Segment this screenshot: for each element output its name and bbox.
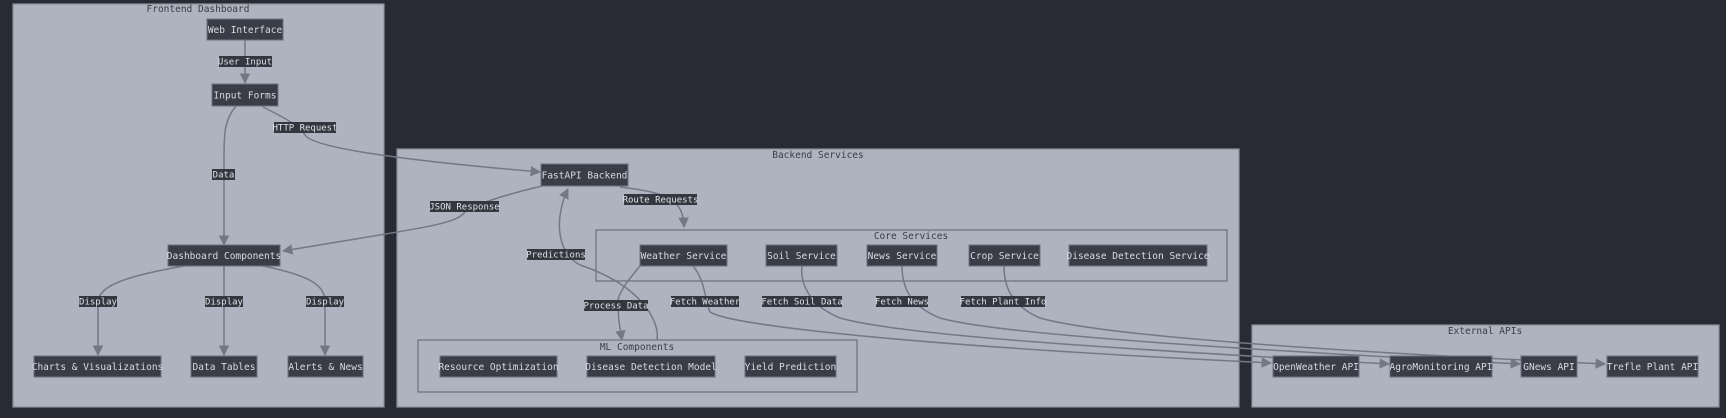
node-soil-service[interactable]: Soil Service: [765, 244, 838, 267]
frontend-cluster-title: Frontend Dashboard: [147, 4, 250, 15]
node-news-service-label: News Service: [868, 251, 937, 262]
edge-label-display-alerts: Display: [306, 296, 345, 308]
external-apis-cluster-title: External APIs: [1448, 326, 1522, 337]
node-resource-optimization-label: Resource Optimization: [438, 362, 558, 373]
node-gnews-api-label: GNews API: [1523, 362, 1574, 373]
edge-label-data-text: Data: [213, 171, 235, 181]
edge-label-fetch-soil-text: Fetch Soil Data: [761, 298, 842, 308]
node-input-forms-label: Input Forms: [214, 91, 277, 102]
node-charts-visualizations-label: Charts & Visualizations: [32, 362, 164, 373]
edge-label-fetch-plant-text: Fetch Plant Info: [960, 298, 1047, 308]
node-disease-detection-service[interactable]: Disease Detection Service: [1067, 244, 1210, 267]
core-services-cluster-title: Core Services: [874, 231, 948, 242]
ml-components-cluster-title: ML Components: [600, 342, 674, 353]
node-disease-detection-service-label: Disease Detection Service: [1067, 251, 1210, 262]
edge-label-fetch-soil: Fetch Soil Data: [761, 296, 843, 308]
edge-label-data: Data: [212, 169, 235, 181]
edge-label-process-data-text: Process Data: [583, 302, 648, 312]
node-data-tables[interactable]: Data Tables: [190, 355, 258, 378]
node-alerts-news-label: Alerts & News: [288, 362, 362, 373]
node-weather-service-label: Weather Service: [641, 251, 727, 262]
node-web-interface[interactable]: Web Interface: [206, 18, 284, 41]
node-weather-service[interactable]: Weather Service: [639, 244, 728, 267]
edge-label-user-input: User Input: [218, 56, 272, 68]
edge-label-user-input-text: User Input: [218, 58, 272, 68]
node-crop-service-label: Crop Service: [970, 251, 1039, 262]
edge-label-route-requests: Route Requests: [623, 194, 699, 206]
node-yield-prediction-label: Yield Prediction: [745, 362, 837, 373]
node-crop-service[interactable]: Crop Service: [968, 244, 1041, 267]
edge-label-json-response-text: JSON Response: [429, 203, 499, 213]
node-news-service[interactable]: News Service: [866, 244, 938, 267]
edge-label-process-data: Process Data: [583, 300, 649, 312]
edge-label-http-request: HTTP Request: [272, 122, 338, 134]
node-agromonitoring-api[interactable]: AgroMonitoring API: [1389, 355, 1493, 378]
node-dashboard-components[interactable]: Dashboard Components: [167, 244, 281, 267]
node-resource-optimization[interactable]: Resource Optimization: [438, 355, 559, 378]
edge-label-route-requests-text: Route Requests: [623, 196, 699, 206]
node-yield-prediction[interactable]: Yield Prediction: [744, 355, 837, 378]
node-input-forms[interactable]: Input Forms: [211, 83, 279, 107]
edge-label-predictions: Predictions: [526, 249, 586, 261]
edge-label-display-alerts-text: Display: [306, 298, 345, 308]
node-disease-detection-model[interactable]: Disease Detection Model: [585, 355, 717, 378]
edge-label-display-charts-text: Display: [79, 298, 118, 308]
node-trefle-api-label: Trefle Plant API: [1607, 362, 1699, 373]
node-web-interface-label: Web Interface: [208, 25, 283, 36]
node-fastapi-backend-label: FastAPI Backend: [542, 171, 628, 182]
edge-label-json-response: JSON Response: [429, 201, 500, 213]
node-alerts-news[interactable]: Alerts & News: [287, 355, 364, 378]
edge-label-fetch-plant: Fetch Plant Info: [960, 296, 1047, 308]
architecture-diagram: Frontend Dashboard Backend Services Core…: [12, 3, 1720, 408]
node-data-tables-label: Data Tables: [193, 362, 256, 373]
edge-label-display-charts: Display: [79, 296, 118, 308]
node-charts-visualizations[interactable]: Charts & Visualizations: [32, 355, 164, 378]
node-openweather-api-label: OpenWeather API: [1273, 362, 1359, 373]
edge-label-predictions-text: Predictions: [526, 251, 586, 261]
edge-label-fetch-weather: Fetch Weather: [670, 296, 741, 308]
node-trefle-api[interactable]: Trefle Plant API: [1606, 355, 1699, 378]
node-disease-detection-model-label: Disease Detection Model: [585, 362, 717, 373]
node-agromonitoring-api-label: AgroMonitoring API: [1390, 362, 1493, 373]
node-openweather-api[interactable]: OpenWeather API: [1272, 355, 1360, 378]
frontend-cluster: Frontend Dashboard: [12, 3, 385, 408]
backend-cluster-title: Backend Services: [772, 150, 864, 161]
node-gnews-api[interactable]: GNews API: [1520, 355, 1578, 378]
edge-label-fetch-news-text: Fetch News: [875, 298, 929, 308]
edge-label-display-tables: Display: [205, 296, 244, 308]
node-dashboard-components-label: Dashboard Components: [167, 251, 281, 262]
node-fastapi-backend[interactable]: FastAPI Backend: [540, 163, 629, 187]
edge-label-fetch-news: Fetch News: [875, 296, 929, 308]
edge-label-http-request-text: HTTP Request: [272, 124, 337, 134]
edge-label-display-tables-text: Display: [205, 298, 244, 308]
edge-label-fetch-weather-text: Fetch Weather: [670, 298, 741, 308]
node-soil-service-label: Soil Service: [767, 251, 836, 262]
